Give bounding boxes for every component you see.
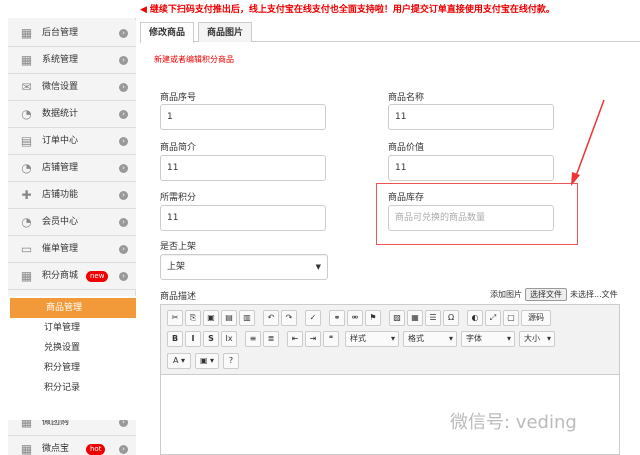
on-shelf-select[interactable]: 上架 ▼ <box>160 254 328 280</box>
copy-icon[interactable]: ⎘ <box>185 310 201 326</box>
chevron-down-icon: ▾ <box>506 334 511 343</box>
chevron-down-icon: ▾ <box>390 334 395 343</box>
text-color-icon[interactable]: A ▾ <box>167 353 191 369</box>
help-icon[interactable]: ? <box>223 353 239 369</box>
anchor-icon[interactable]: ⚑ <box>365 310 381 326</box>
preview-icon[interactable]: ◐ <box>467 310 483 326</box>
on-shelf-value: 上架 <box>167 262 186 272</box>
upload-row: 添加图片 选择文件 未选择...文件 <box>490 288 618 301</box>
on-shelf-label: 是否上架 <box>160 242 197 252</box>
desc-label: 商品描述 <box>160 292 197 302</box>
hr-icon[interactable]: ☰ <box>425 310 441 326</box>
bold-icon[interactable]: B <box>167 331 183 347</box>
special-char-icon[interactable]: Ω <box>443 310 459 326</box>
table-icon[interactable]: ▦ <box>407 310 423 326</box>
clear-format-icon[interactable]: Ix <box>221 331 237 347</box>
numbered-list-icon[interactable]: ≡ <box>245 331 261 347</box>
choose-file-button[interactable]: 选择文件 <box>525 288 567 301</box>
spellcheck-icon[interactable]: ✓ <box>305 310 321 326</box>
dropdown-label: 样式 <box>350 334 366 343</box>
source-icon[interactable]: ▢ <box>503 310 519 326</box>
paste-icon[interactable]: ▣ <box>203 310 219 326</box>
paste-text-icon[interactable]: ▤ <box>221 310 237 326</box>
size-dropdown[interactable]: 大小 ▾ <box>519 331 555 347</box>
maximize-icon[interactable]: ⤢ <box>485 310 501 326</box>
font-dropdown[interactable]: 字体 ▾ <box>461 331 515 347</box>
upload-label: 添加图片 <box>490 290 522 299</box>
style-dropdown[interactable]: 样式 ▾ <box>345 331 399 347</box>
blockquote-icon[interactable]: ❝ <box>323 331 339 347</box>
dropdown-label: 格式 <box>408 334 424 343</box>
cut-icon[interactable]: ✂ <box>167 310 183 326</box>
editor-toolbar: ✂ ⎘ ▣ ▤ ▥ ↶ ↷ ✓ ⚭ ⚮ ⚑ ▨ ▦ ☰ Ω ◐ ⤢ ▢ 源码 B I S Ix ≡ ≣ ⇤ ⇥ ❝ 样式 ▾ 格式 ▾ 字体 ▾ 大… <box>161 305 619 375</box>
outdent-icon[interactable]: ⇤ <box>287 331 303 347</box>
indent-icon[interactable]: ⇥ <box>305 331 321 347</box>
watermark: 微信号: veding <box>450 412 577 433</box>
dropdown-label: 大小 <box>524 334 540 343</box>
unlink-icon[interactable]: ⚮ <box>347 310 363 326</box>
link-icon[interactable]: ⚭ <box>329 310 345 326</box>
format-dropdown[interactable]: 格式 ▾ <box>403 331 457 347</box>
undo-icon[interactable]: ↶ <box>263 310 279 326</box>
bg-color-icon[interactable]: ▣ ▾ <box>195 353 219 369</box>
page-root: ◀ 继续下扫码支付推出后，线上支付宝在线支付也全面支持啦！用户提交订单直接使用支付… <box>0 0 640 455</box>
source-button[interactable]: 源码 <box>521 310 551 326</box>
image-icon[interactable]: ▨ <box>389 310 405 326</box>
redo-icon[interactable]: ↷ <box>281 310 297 326</box>
chevron-down-icon: ▾ <box>448 334 453 343</box>
upload-status: 未选择...文件 <box>570 290 618 299</box>
dropdown-label: 字体 <box>466 334 482 343</box>
strike-icon[interactable]: S <box>203 331 219 347</box>
italic-icon[interactable]: I <box>185 331 201 347</box>
chevron-down-icon: ▼ <box>315 263 321 271</box>
chevron-down-icon: ▾ <box>546 334 551 343</box>
paste-word-icon[interactable]: ▥ <box>239 310 255 326</box>
bullet-list-icon[interactable]: ≣ <box>263 331 279 347</box>
